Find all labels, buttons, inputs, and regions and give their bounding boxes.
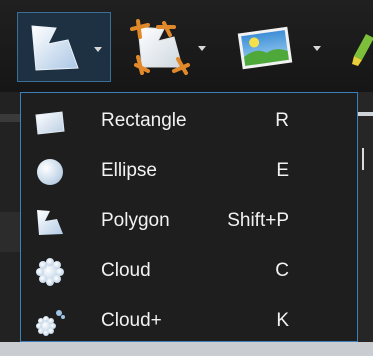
chevron-down-icon[interactable] <box>94 47 102 52</box>
menu-item-shortcut: R <box>275 110 289 131</box>
menu-item-shortcut: C <box>275 260 289 281</box>
menu-item-label: Ellipse <box>101 160 157 181</box>
shape-dropdown-menu: Rectangle R Ellipse E Polygon Shift+P Cl… <box>20 92 358 342</box>
menu-item-polygon[interactable]: Polygon Shift+P <box>21 197 357 247</box>
menu-item-label: Cloud+ <box>101 310 162 331</box>
menu-item-label: Cloud <box>101 260 151 281</box>
cloud-plus-shape-icon <box>36 310 65 336</box>
app-window: Rectangle R Ellipse E Polygon Shift+P Cl… <box>0 0 373 356</box>
menu-item-cloud-plus[interactable]: Cloud+ K <box>21 297 357 347</box>
menu-item-rectangle[interactable]: Rectangle R <box>21 97 357 147</box>
menu-item-shortcut: E <box>276 160 289 181</box>
landscape-image-icon <box>237 26 293 70</box>
rectangle-shape-icon <box>35 111 65 135</box>
left-panel <box>0 92 20 356</box>
toolbar <box>0 0 373 92</box>
menu-item-cloud[interactable]: Cloud C <box>21 247 357 297</box>
highlighter-tool-button[interactable] <box>352 12 373 82</box>
polygon-shape-icon <box>31 25 79 71</box>
chevron-down-icon[interactable] <box>198 46 206 51</box>
menu-item-shortcut: Shift+P <box>227 210 289 231</box>
image-tool-button[interactable] <box>228 12 328 82</box>
crop-icon <box>130 19 190 75</box>
menu-item-shortcut: K <box>276 310 289 331</box>
right-panel <box>358 92 373 356</box>
ellipse-shape-icon <box>37 159 63 185</box>
chevron-down-icon[interactable] <box>313 46 321 51</box>
menu-item-label: Polygon <box>101 210 170 231</box>
cloud-shape-icon <box>36 258 64 286</box>
crop-tool-button[interactable] <box>124 12 216 82</box>
menu-item-label: Rectangle <box>101 110 187 131</box>
polygon-shape-icon <box>37 210 63 235</box>
highlighter-icon <box>352 34 373 66</box>
polygon-shape-tool-button[interactable] <box>17 12 111 82</box>
menu-item-ellipse[interactable]: Ellipse E <box>21 147 357 197</box>
